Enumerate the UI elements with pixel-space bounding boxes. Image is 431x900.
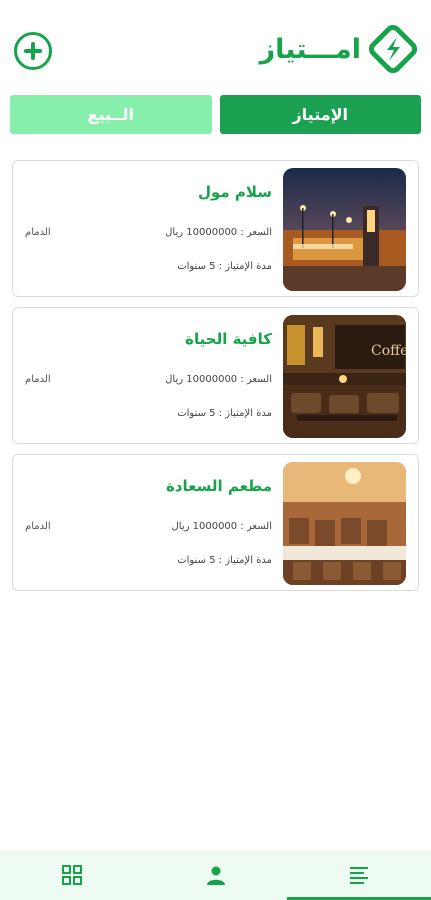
listing-list: سلام مول السعر : 10000000 ريال الدمام مد… — [12, 160, 419, 601]
nav-list[interactable] — [287, 850, 431, 900]
list-icon — [350, 867, 369, 884]
listing-duration: مدة الإمتياز : 5 سنوات — [177, 261, 272, 272]
svg-text:Coffee: Coffee — [371, 343, 406, 359]
listing-image — [283, 168, 406, 291]
logo-mark-icon — [368, 24, 418, 74]
nav-grid[interactable] — [0, 850, 144, 900]
app-header: امـــتياز — [0, 0, 431, 92]
listing-card[interactable]: سلام مول السعر : 10000000 ريال الدمام مد… — [12, 160, 419, 297]
listing-title: مطعم السعادة — [165, 477, 272, 495]
listing-card[interactable]: مطعم السعادة السعر : 1000000 ريال الدمام… — [12, 454, 419, 591]
app-logo: امـــتياز — [260, 22, 419, 76]
listing-duration: مدة الإمتياز : 5 سنوات — [177, 408, 272, 419]
listing-city: الدمام — [25, 374, 51, 385]
listing-duration: مدة الإمتياز : 5 سنوات — [177, 555, 272, 566]
logo-text: امـــتياز — [259, 33, 361, 65]
nav-profile[interactable] — [144, 850, 288, 900]
listing-price: السعر : 10000000 ريال — [165, 374, 272, 385]
listing-title: كافية الحياة — [185, 330, 272, 348]
listing-image — [283, 462, 406, 585]
grid-icon — [61, 865, 82, 885]
listing-city: الدمام — [25, 521, 51, 532]
listing-price: السعر : 10000000 ريال — [165, 227, 272, 238]
bottom-nav — [0, 850, 431, 900]
tab-bar: الــبيع الإمتياز — [10, 95, 421, 134]
listing-image: Coffee — [283, 315, 406, 438]
add-listing-button[interactable] — [14, 32, 52, 70]
listing-price: السعر : 1000000 ريال — [171, 521, 272, 532]
tab-sale[interactable]: الــبيع — [10, 95, 212, 134]
tab-franchise[interactable]: الإمتياز — [219, 95, 421, 134]
listing-title: سلام مول — [197, 183, 272, 201]
listing-city: الدمام — [25, 227, 51, 238]
listing-card[interactable]: Coffee كافية الحياة السعر : 10000000 ريا… — [12, 307, 419, 444]
person-icon — [206, 866, 225, 885]
